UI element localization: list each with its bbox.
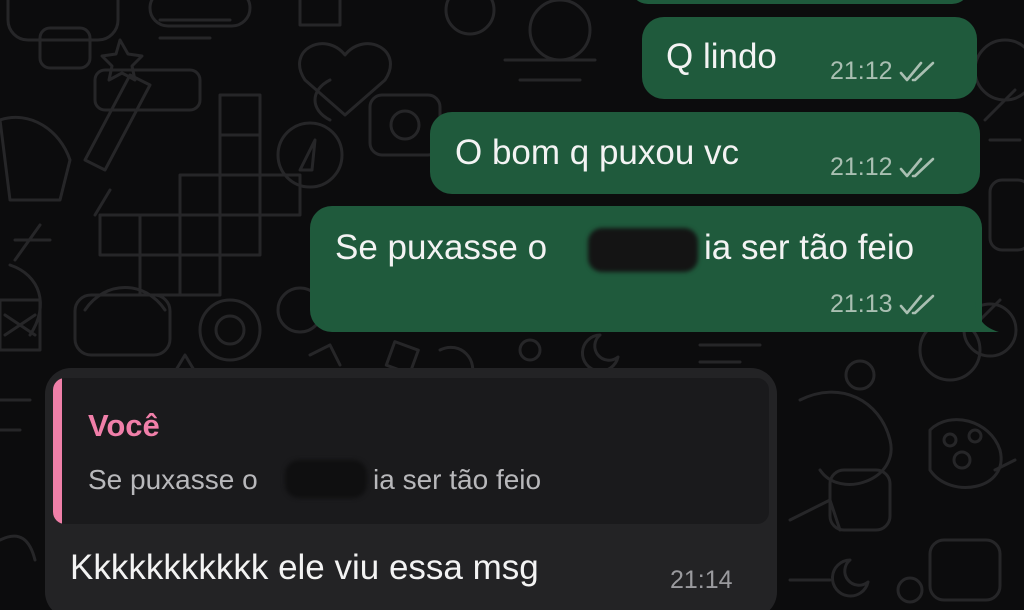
redacted-word [285,460,367,498]
message-meta: 21:12 [830,57,937,86]
double-check-icon [899,294,934,314]
message-meta: 21:13 [830,290,937,319]
quote-accent-bar [53,378,62,524]
message-time: 21:12 [830,57,893,85]
chat-screen: Q lindo 21:12 O bom q puxou vc 21:12 Se … [0,0,1024,610]
message-meta: 21:14 [670,566,733,595]
message-time: 21:12 [830,153,893,181]
message-meta: 21:12 [830,153,937,182]
message-text-before-redaction: Se puxasse o [335,228,548,267]
bubble-tail [975,302,999,332]
double-check-icon [899,61,934,81]
message-text: O bom q puxou vc [455,133,740,172]
quote-author: Você [88,408,160,443]
quote-text-before-redaction: Se puxasse o [88,464,258,495]
message-text: Kkkkkkkkkkk ele viu essa msg [70,548,539,587]
message-time: 21:13 [830,290,893,318]
outgoing-message-bubble[interactable]: Q lindo 21:12 [642,17,977,99]
message-text-after-redaction: ia ser tão feio [704,228,915,267]
quote-text-after-redaction: ia ser tão feio [373,464,542,495]
previous-message-bubble-edge[interactable] [630,0,970,4]
redacted-word [588,228,698,272]
outgoing-message-bubble[interactable]: Se puxasse o ia ser tão feio 21:13 [310,206,982,332]
message-text: Q lindo [666,37,777,76]
double-check-icon [899,157,934,177]
quoted-message[interactable]: Você Se puxasse o ia ser tão feio [53,378,769,524]
message-time: 21:14 [670,566,733,594]
outgoing-message-bubble[interactable]: O bom q puxou vc 21:12 [430,112,980,194]
